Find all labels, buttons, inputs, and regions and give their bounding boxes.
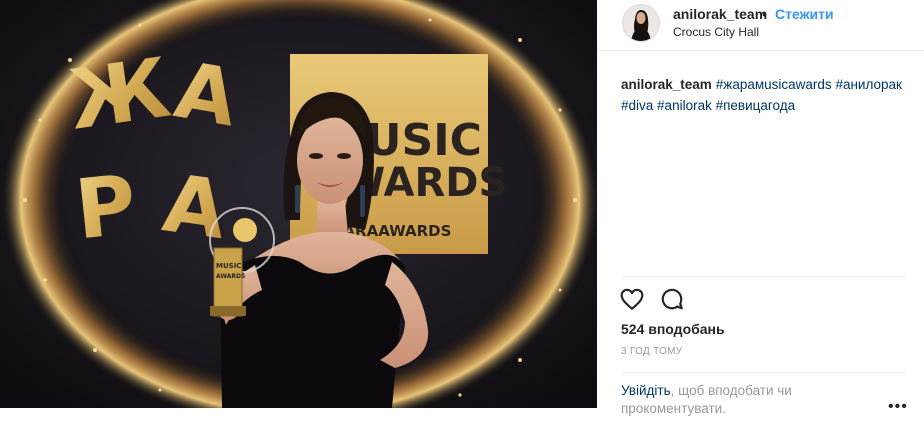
post-photo-illustration: Ж А Р А MUSIC AWARDS ZHARAAWARDS MUSIC A… xyxy=(0,0,597,408)
post-header: anilorak_team • Стежити Crocus City Hall xyxy=(597,0,924,51)
hashtag-link[interactable]: #анилорак xyxy=(835,77,901,92)
hashtag-link[interactable]: #певицагода xyxy=(716,98,796,113)
actions-divider xyxy=(621,276,906,277)
hashtag-link[interactable]: #diva xyxy=(621,98,653,113)
logo-letter-zh: Ж xyxy=(63,41,176,149)
action-icons xyxy=(619,286,719,316)
follow-button[interactable]: Стежити xyxy=(775,6,834,22)
caption-username-link[interactable]: anilorak_team xyxy=(621,77,712,92)
post-side-panel: anilorak_team • Стежити Crocus City Hall… xyxy=(597,0,924,425)
login-divider xyxy=(621,372,906,373)
avatar-image xyxy=(623,5,659,41)
hashtag-link[interactable]: #жарaмusicawards xyxy=(716,77,832,92)
likes-count[interactable]: 524 вподобань xyxy=(621,321,725,337)
post-timestamp: 3 год тому xyxy=(621,346,683,357)
trophy-text-music: MUSIC xyxy=(216,262,241,270)
separator-dot: • xyxy=(762,6,767,22)
post-photo[interactable]: Ж А Р А MUSIC AWARDS ZHARAAWARDS MUSIC A… xyxy=(0,0,597,408)
post-caption: anilorak_team #жарaмusicawards #анилорак … xyxy=(621,74,916,116)
trophy-text-awards: AWARDS xyxy=(216,273,245,280)
comment-bubble-icon[interactable] xyxy=(659,286,687,314)
login-prompt: Увійдіть, щоб вподобати чи прокоментуват… xyxy=(621,382,841,418)
logo-letter-a2: А xyxy=(158,157,232,258)
avatar[interactable] xyxy=(622,4,660,42)
username-link[interactable]: anilorak_team xyxy=(673,6,767,22)
location-link[interactable]: Crocus City Hall xyxy=(673,25,759,39)
heart-icon[interactable] xyxy=(619,286,647,314)
hashtag-link[interactable]: #anilorak xyxy=(657,98,712,113)
more-options-icon[interactable]: ••• xyxy=(888,398,908,416)
logo-letter-r: Р xyxy=(71,158,141,259)
login-link[interactable]: Увійдіть xyxy=(621,383,671,398)
